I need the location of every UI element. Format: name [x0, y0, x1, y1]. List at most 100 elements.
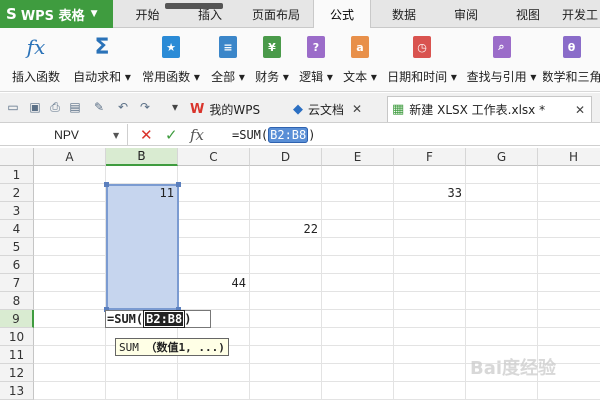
column-header-h[interactable]: H: [538, 148, 600, 166]
cloud-doc-icon: ◆: [293, 101, 303, 117]
name-box[interactable]: NPV ▼: [0, 124, 128, 146]
tab-home[interactable]: 开始: [120, 0, 175, 28]
row-header-8[interactable]: 8: [0, 292, 34, 310]
editor-text: =SUM(: [107, 312, 144, 326]
folder-icon[interactable]: ▭: [6, 100, 20, 114]
tooltip-function-name: SUM: [119, 340, 139, 354]
formula-bar: NPV ▼ ✕ ✓ fx =SUM(B2:B8): [0, 124, 600, 146]
column-header-b[interactable]: B: [106, 148, 178, 166]
sheet-icon: ▦: [392, 102, 405, 117]
formula-range-ref: B2:B8: [268, 127, 309, 143]
tab-formulas[interactable]: 公式: [313, 0, 371, 28]
row-header-12[interactable]: 12: [0, 364, 34, 382]
selected-range: [104, 182, 181, 312]
cell-editor-b9[interactable]: =SUM(B2:B8): [105, 310, 211, 328]
star-doc-icon: ★: [160, 34, 182, 60]
column-header-e[interactable]: E: [322, 148, 394, 166]
ribbon-label: 查找与引用 ▾: [466, 70, 537, 84]
financial-functions-button[interactable]: ¥ 财务 ▾: [251, 32, 293, 88]
row-header-1[interactable]: 1: [0, 166, 34, 184]
autosum-button[interactable]: Σ 自动求和 ▾: [72, 32, 132, 88]
chevron-down-icon[interactable]: ▼: [113, 131, 127, 140]
tab-active-workbook[interactable]: ▦ 新建 XLSX 工作表.xlsx * ✕: [387, 96, 592, 122]
row-header-10[interactable]: 10: [0, 328, 34, 346]
row-header-5[interactable]: 5: [0, 238, 34, 256]
confirm-icon[interactable]: ✓: [165, 126, 178, 144]
math-trig-button[interactable]: θ 数学和三角: [543, 32, 600, 88]
column-header-d[interactable]: D: [250, 148, 322, 166]
name-box-value: NPV: [54, 128, 79, 142]
save-icon[interactable]: ▣: [28, 100, 42, 114]
editor-text: ): [184, 312, 192, 326]
close-tab-icon[interactable]: ✕: [575, 103, 585, 117]
tab-cloud-docs[interactable]: ◆ 云文档 ✕: [289, 96, 379, 122]
wps-logo-icon: S: [6, 5, 17, 23]
app-name: WPS 表格: [20, 8, 85, 24]
cell-b2[interactable]: 11: [106, 184, 178, 202]
cell-c7[interactable]: 44: [178, 274, 250, 292]
row-header-2[interactable]: 2: [0, 184, 34, 202]
format-painter-icon[interactable]: ✎: [92, 100, 106, 114]
date-time-functions-button[interactable]: ◷ 日期和时间 ▾: [383, 32, 461, 88]
ribbon-label: 日期和时间 ▾: [387, 70, 457, 84]
logical-functions-button[interactable]: ? 逻辑 ▾: [295, 32, 337, 88]
ribbon: fx 插入函数 Σ 自动求和 ▾ ★ 常用函数 ▾ ≡ 全部 ▾ ¥ 财务 ▾ …: [0, 28, 600, 92]
question-doc-icon: ?: [305, 34, 327, 60]
row-header-11[interactable]: 11: [0, 346, 34, 364]
row-header-9[interactable]: 9: [0, 310, 34, 328]
money-doc-icon: ¥: [261, 34, 283, 60]
lookup-reference-button[interactable]: ⌕ 查找与引用 ▾: [464, 32, 539, 88]
undo-icon[interactable]: ↶: [116, 100, 130, 114]
row-header-3[interactable]: 3: [0, 202, 34, 220]
select-all-corner[interactable]: [0, 148, 34, 166]
doc-tab-label: 我的WPS: [209, 102, 261, 117]
fx-icon[interactable]: fx: [190, 126, 204, 144]
formula-input[interactable]: =SUM(B2:B8): [232, 127, 316, 143]
cell-f2[interactable]: 33: [394, 184, 466, 202]
editor-range-ref: B2:B8: [143, 310, 186, 328]
spreadsheet-grid[interactable]: ABCDEFGH 1 2 3 4 5 6 7 8 9 10 11 12 13 11 22 44 33 =…: [0, 148, 600, 400]
tab-data[interactable]: 数据: [378, 0, 430, 28]
ribbon-label: 逻辑 ▾: [299, 70, 333, 84]
tab-page-layout[interactable]: 页面布局: [243, 0, 309, 28]
function-tooltip: SUM （数值1, ...): [115, 338, 229, 356]
all-functions-button[interactable]: ≡ 全部 ▾: [207, 32, 249, 88]
redo-icon[interactable]: ↷: [138, 100, 152, 114]
row-header-4[interactable]: 4: [0, 220, 34, 238]
tab-insert[interactable]: 插入: [185, 0, 235, 28]
column-header-f[interactable]: F: [394, 148, 466, 166]
print-icon[interactable]: ▤: [68, 100, 82, 114]
row-header-13[interactable]: 13: [0, 382, 34, 400]
toolbar-dropdown-icon[interactable]: ▾: [168, 100, 182, 114]
row-header-7[interactable]: 7: [0, 274, 34, 292]
formula-text: =SUM(: [232, 128, 269, 142]
tab-view[interactable]: 视图: [502, 0, 554, 28]
column-header-a[interactable]: A: [34, 148, 106, 166]
theta-doc-icon: θ: [561, 34, 583, 60]
ribbon-label: 文本 ▾: [343, 70, 377, 84]
text-functions-button[interactable]: a 文本 ▾: [339, 32, 381, 88]
ribbon-label: 全部 ▾: [211, 70, 245, 84]
print-preview-icon[interactable]: ⎙: [48, 100, 62, 114]
cancel-icon[interactable]: ✕: [140, 126, 153, 144]
ribbon-label: 常用函数 ▾: [142, 70, 200, 84]
column-header-c[interactable]: C: [178, 148, 250, 166]
tab-my-wps[interactable]: W 我的WPS: [186, 96, 284, 122]
quick-access-toolbar: ▭ ▣ ⎙ ▤ ✎ ↶ ↷ ▾ W 我的WPS ◆ 云文档 ✕ ▦ 新建 XLS…: [0, 93, 600, 123]
ribbon-label: 自动求和 ▾: [73, 70, 131, 84]
app-menu-button[interactable]: S WPS 表格 ▼: [0, 0, 113, 28]
tab-review[interactable]: 审阅: [440, 0, 492, 28]
row-header-6[interactable]: 6: [0, 256, 34, 274]
cell-d4[interactable]: 22: [250, 220, 322, 238]
doc-tab-label: 新建 XLSX 工作表.xlsx *: [409, 103, 546, 117]
menu-bar: S WPS 表格 ▼ 开始 插入 页面布局 公式 数据 审阅 视图 开发工: [0, 0, 600, 28]
formula-text: ): [308, 128, 316, 142]
ribbon-label: 插入函数: [11, 70, 60, 84]
search-doc-icon: ⌕: [491, 34, 513, 60]
close-tab-icon[interactable]: ✕: [352, 102, 362, 116]
column-header-g[interactable]: G: [466, 148, 538, 166]
watermark: Bai度经验: [470, 358, 557, 379]
insert-function-button[interactable]: fx 插入函数: [8, 32, 64, 88]
common-functions-button[interactable]: ★ 常用函数 ▾: [140, 32, 202, 88]
tab-developer[interactable]: 开发工: [562, 0, 600, 28]
